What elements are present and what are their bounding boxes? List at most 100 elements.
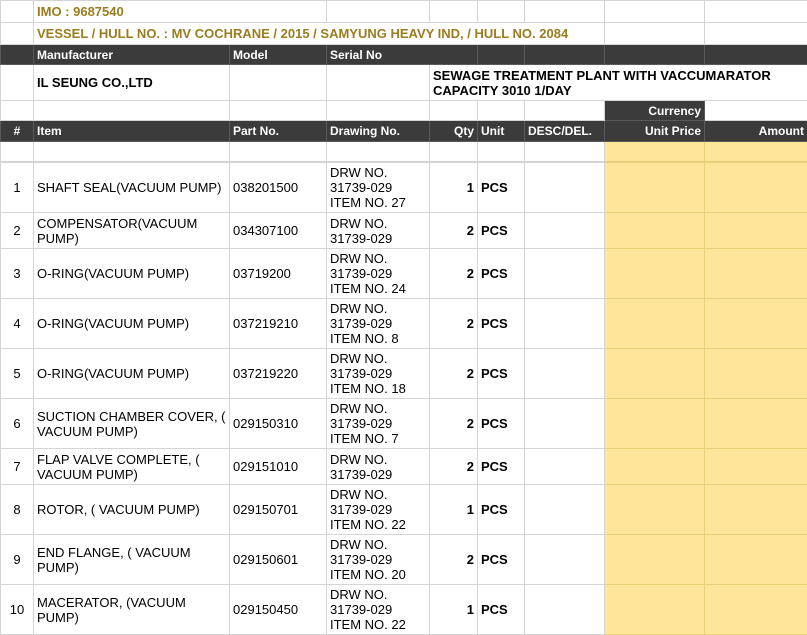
unit[interactable]: PCS xyxy=(477,248,525,299)
manufacturer-header[interactable]: Manufacturer xyxy=(33,44,230,65)
desc-del[interactable] xyxy=(524,212,605,249)
quantity[interactable]: 2 xyxy=(429,212,478,249)
unit[interactable]: PCS xyxy=(477,584,525,635)
model-value[interactable] xyxy=(229,64,327,101)
item-name[interactable]: COMPENSATOR(VACUUM PUMP) xyxy=(33,212,230,249)
part-number[interactable]: 029150310 xyxy=(229,398,327,449)
unit-price[interactable] xyxy=(604,448,705,485)
unit[interactable]: PCS xyxy=(477,448,525,485)
table-row[interactable]: 6 SUCTION CHAMBER COVER, ( VACUUM PUMP) 02… xyxy=(0,398,807,449)
currency-value[interactable] xyxy=(704,100,807,121)
desc-del[interactable] xyxy=(524,534,605,585)
row-number[interactable]: 4 xyxy=(0,298,34,349)
item-name[interactable]: ROTOR, ( VACUUM PUMP) xyxy=(33,484,230,535)
amount[interactable] xyxy=(704,162,807,213)
unit[interactable]: PCS xyxy=(477,484,525,535)
unit[interactable]: PCS xyxy=(477,348,525,399)
drawing-number[interactable]: DRW NO. 31739-029 ITEM NO. 20 xyxy=(326,534,430,585)
part-number[interactable]: 029150701 xyxy=(229,484,327,535)
col-amount[interactable]: Amount xyxy=(704,120,807,142)
unit[interactable]: PCS xyxy=(477,534,525,585)
row-number[interactable]: 9 xyxy=(0,534,34,585)
quantity[interactable]: 2 xyxy=(429,298,478,349)
table-row[interactable]: 9 END FLANGE, ( VACUUM PUMP) 029150601 DRW … xyxy=(0,534,807,585)
unit-price[interactable] xyxy=(604,348,705,399)
col-qty[interactable]: Qty xyxy=(429,120,478,142)
amount[interactable] xyxy=(704,298,807,349)
unit[interactable]: PCS xyxy=(477,398,525,449)
quantity[interactable]: 2 xyxy=(429,348,478,399)
col-item[interactable]: Item xyxy=(33,120,230,142)
row-number[interactable]: 2 xyxy=(0,212,34,249)
part-number[interactable]: 037219210 xyxy=(229,298,327,349)
drawing-number[interactable]: DRW NO. 31739-029 xyxy=(326,212,430,249)
unit-price[interactable] xyxy=(604,212,705,249)
unit-price[interactable] xyxy=(604,248,705,299)
quantity[interactable]: 2 xyxy=(429,398,478,449)
amount[interactable] xyxy=(704,484,807,535)
part-number[interactable]: 029150601 xyxy=(229,534,327,585)
unit-price[interactable] xyxy=(604,398,705,449)
row-number[interactable]: 3 xyxy=(0,248,34,299)
manufacturer-value[interactable]: IL SEUNG CO.,LTD xyxy=(33,64,230,101)
row-number[interactable]: 5 xyxy=(0,348,34,399)
item-name[interactable]: O-RING(VACUUM PUMP) xyxy=(33,298,230,349)
item-name[interactable]: O-RING(VACUUM PUMP) xyxy=(33,248,230,299)
quantity[interactable]: 2 xyxy=(429,534,478,585)
desc-del[interactable] xyxy=(524,248,605,299)
part-number[interactable]: 038201500 xyxy=(229,162,327,213)
item-name[interactable]: O-RING(VACUUM PUMP) xyxy=(33,348,230,399)
desc-del[interactable] xyxy=(524,448,605,485)
col-num[interactable]: # xyxy=(0,120,34,142)
serial-header[interactable]: Serial No xyxy=(326,44,478,65)
desc-del[interactable] xyxy=(524,162,605,213)
table-row[interactable]: 1 SHAFT SEAL(VACUUM PUMP) 038201500 DRW NO.… xyxy=(0,162,807,213)
quantity[interactable]: 2 xyxy=(429,248,478,299)
table-row[interactable]: 4 O-RING(VACUUM PUMP) 037219210 DRW NO. 317… xyxy=(0,298,807,349)
model-header[interactable]: Model xyxy=(229,44,327,65)
currency-label[interactable]: Currency xyxy=(604,100,705,121)
quantity[interactable]: 2 xyxy=(429,448,478,485)
drawing-number[interactable]: DRW NO. 31739-029 xyxy=(326,448,430,485)
amount[interactable] xyxy=(704,534,807,585)
unit[interactable]: PCS xyxy=(477,212,525,249)
unit-price[interactable] xyxy=(604,584,705,635)
amount[interactable] xyxy=(704,448,807,485)
desc-del[interactable] xyxy=(524,398,605,449)
table-row[interactable]: 3 O-RING(VACUUM PUMP) 03719200 DRW NO. 3173… xyxy=(0,248,807,299)
quantity[interactable]: 1 xyxy=(429,484,478,535)
unit[interactable]: PCS xyxy=(477,298,525,349)
row-number[interactable]: 7 xyxy=(0,448,34,485)
vessel-label[interactable]: VESSEL / HULL NO. : MV COCHRANE / 2015 /… xyxy=(33,22,605,45)
quantity[interactable]: 1 xyxy=(429,162,478,213)
amount[interactable] xyxy=(704,248,807,299)
row-number[interactable]: 1 xyxy=(0,162,34,213)
unit-price[interactable] xyxy=(604,298,705,349)
drawing-number[interactable]: DRW NO. 31739-029 ITEM NO. 22 xyxy=(326,484,430,535)
row-number[interactable]: 6 xyxy=(0,398,34,449)
drawing-number[interactable]: DRW NO. 31739-029 ITEM NO. 7 xyxy=(326,398,430,449)
desc-del[interactable] xyxy=(524,298,605,349)
serial-value[interactable] xyxy=(326,64,430,101)
part-number[interactable]: 037219220 xyxy=(229,348,327,399)
unit[interactable]: PCS xyxy=(477,162,525,213)
table-row[interactable]: 5 O-RING(VACUUM PUMP) 037219220 DRW NO. 317… xyxy=(0,348,807,399)
blank-cell[interactable] xyxy=(0,0,34,23)
amount[interactable] xyxy=(704,348,807,399)
unit-price[interactable] xyxy=(604,534,705,585)
table-row[interactable]: 7 FLAP VALVE COMPLETE, ( VACUUM PUMP) 0291… xyxy=(0,448,807,485)
part-number[interactable]: 03719200 xyxy=(229,248,327,299)
table-row[interactable]: 2 COMPENSATOR(VACUUM PUMP) 034307100 DRW NO… xyxy=(0,212,807,249)
unit-price[interactable] xyxy=(604,484,705,535)
row-number[interactable]: 10 xyxy=(0,584,34,635)
desc-del[interactable] xyxy=(524,348,605,399)
amount[interactable] xyxy=(704,398,807,449)
table-row[interactable]: 8 ROTOR, ( VACUUM PUMP) 029150701 DRW NO. 3… xyxy=(0,484,807,535)
col-part[interactable]: Part No. xyxy=(229,120,327,142)
item-name[interactable]: FLAP VALVE COMPLETE, ( VACUUM PUMP) xyxy=(33,448,230,485)
part-number[interactable]: 029150450 xyxy=(229,584,327,635)
amount[interactable] xyxy=(704,584,807,635)
col-desc[interactable]: DESC/DEL. xyxy=(524,120,605,142)
item-name[interactable]: END FLANGE, ( VACUUM PUMP) xyxy=(33,534,230,585)
unit-price[interactable] xyxy=(604,162,705,213)
